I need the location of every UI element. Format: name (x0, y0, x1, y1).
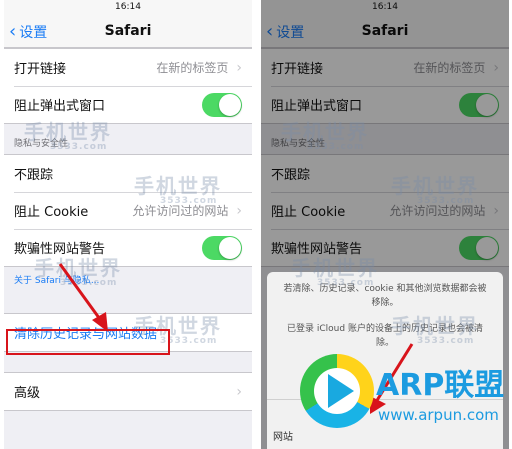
block-popups-toggle[interactable] (202, 92, 242, 117)
arp-logo: ARP联盟 www.arpun.com (300, 350, 512, 449)
status-time: 16:14 (115, 2, 141, 12)
fraud-warning-toggle[interactable] (202, 235, 242, 260)
sheet-message: 若清除、历史记录、cookie 和其他浏览数据都会被移除。 (283, 284, 487, 308)
chevron-right-icon: › (236, 59, 242, 76)
sheet-button-label: 网站 (273, 432, 293, 443)
do-not-track-row[interactable]: 不跟踪 (4, 155, 252, 192)
fraud-warning-label: 欺骗性网站警告 (14, 242, 106, 257)
chevron-right-icon: › (236, 202, 242, 219)
privacy-group: 不跟踪 阻止 Cookie 允许访问过的网站 › 欺骗性网站警告 (4, 154, 252, 267)
advanced-row[interactable]: 高级 › (4, 373, 252, 410)
sheet-icloud-note: 已登录 iCloud 账户的设备上的历史记录也会被清除。 (287, 324, 483, 348)
about-privacy-link[interactable]: 关于 Safari 与隐私... (4, 267, 252, 313)
block-cookies-row[interactable]: 阻止 Cookie 允许访问过的网站 › (4, 192, 252, 229)
privacy-section-header: 隐私与安全性 (14, 139, 69, 149)
open-links-label: 打开链接 (14, 62, 67, 77)
page-title: Safari (104, 23, 152, 39)
left-settings-screen: 16:14 ‹ 设置 Safari 打开链接 在新的标签页 › 阻止弹出式窗口 … (4, 0, 252, 449)
general-group: 打开链接 在新的标签页 › 阻止弹出式窗口 (4, 48, 252, 124)
advanced-group: 高级 › (4, 372, 252, 411)
block-cookies-label: 阻止 Cookie (14, 205, 89, 220)
block-popups-label: 阻止弹出式窗口 (14, 99, 106, 114)
highlight-box (6, 329, 170, 355)
status-bar: 16:14 (4, 0, 252, 14)
logo-url: www.arpun.com (378, 406, 499, 424)
fraud-warning-row: 欺骗性网站警告 (4, 229, 252, 266)
open-links-row[interactable]: 打开链接 在新的标签页 › (4, 49, 252, 86)
chevron-right-icon: › (236, 383, 242, 400)
block-cookies-value: 允许访问过的网站 (132, 204, 229, 218)
advanced-label: 高级 (14, 386, 41, 401)
do-not-track-label: 不跟踪 (14, 168, 54, 183)
logo-name: ARP联盟 (376, 368, 505, 403)
open-links-value: 在新的标签页 (156, 61, 229, 75)
block-popups-row: 阻止弹出式窗口 (4, 86, 252, 123)
navigation-bar: ‹ 设置 Safari (4, 14, 252, 48)
play-triangle-icon (328, 374, 354, 408)
